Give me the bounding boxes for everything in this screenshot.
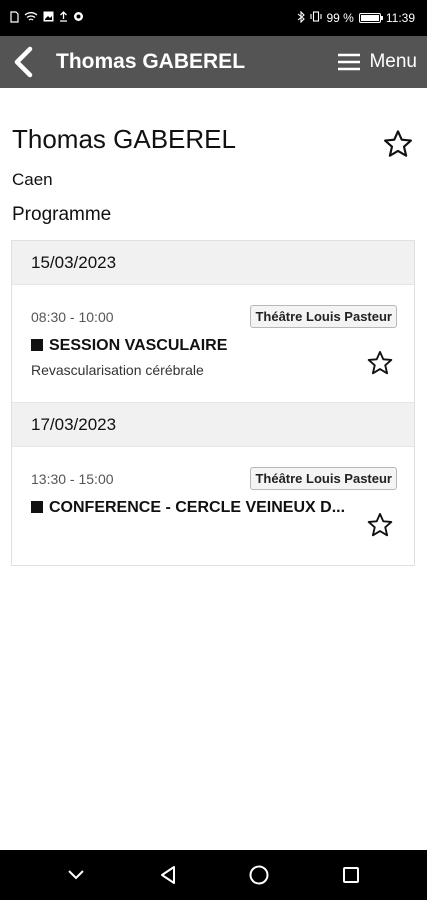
- back-button[interactable]: [0, 36, 46, 88]
- wifi-icon: [24, 11, 38, 25]
- programme-list: 15/03/2023 08:30 - 10:00 Théâtre Louis P…: [11, 240, 415, 566]
- square-bullet-icon: [31, 501, 43, 513]
- battery-icon: [358, 13, 383, 23]
- back-arrow-icon: [14, 46, 33, 78]
- session-subtitle: Revascularisation cérébrale: [31, 362, 204, 378]
- status-notifications: [10, 10, 84, 26]
- bluetooth-icon: [297, 10, 305, 26]
- hamburger-icon: [338, 53, 361, 71]
- session-title: CONFERENCE - CERCLE VEINEUX D...: [31, 499, 351, 517]
- nav-home-button[interactable]: [239, 855, 279, 895]
- session-title-text: CONFERENCE - CERCLE VEINEUX D...: [49, 499, 346, 516]
- star-outline-icon: [367, 512, 393, 537]
- upload-icon: [59, 11, 68, 25]
- favorite-person-button[interactable]: [382, 128, 414, 160]
- menu-button[interactable]: Menu: [337, 36, 427, 88]
- collapse-button[interactable]: [56, 855, 96, 895]
- header-title: Thomas GABEREL: [56, 50, 246, 73]
- nav-back-button[interactable]: [148, 855, 188, 895]
- programme-title: Programme: [12, 204, 112, 225]
- clock: 11:39: [385, 11, 415, 25]
- vibrate-icon: [309, 11, 322, 25]
- room-badge: Théâtre Louis Pasteur: [250, 467, 397, 490]
- session-time: 13:30 - 15:00: [31, 471, 114, 487]
- favorite-session-button[interactable]: [366, 349, 394, 377]
- menu-label: Menu: [369, 51, 417, 72]
- star-outline-icon: [367, 350, 393, 375]
- sim-icon: [10, 10, 19, 26]
- date-header: 17/03/2023: [12, 403, 414, 447]
- triangle-back-icon: [160, 866, 175, 884]
- favorite-session-button[interactable]: [366, 511, 394, 539]
- room-badge: Théâtre Louis Pasteur: [250, 305, 397, 328]
- session-item[interactable]: 13:30 - 15:00 Théâtre Louis Pasteur CONF…: [12, 447, 414, 565]
- battery-percent: 99 %: [326, 11, 354, 25]
- battery-fill: [360, 15, 379, 21]
- circle-home-icon: [249, 865, 269, 885]
- star-outline-icon: [384, 130, 412, 157]
- status-system: 99 % 11:39: [297, 10, 415, 26]
- session-title-text: SESSION VASCULAIRE: [49, 337, 228, 354]
- system-nav-bar: [0, 850, 427, 900]
- chevron-down-icon: [68, 870, 84, 880]
- nav-recents-button[interactable]: [331, 855, 371, 895]
- content: Thomas GABEREL Caen Programme 15/03/2023…: [0, 88, 427, 850]
- gallery-icon: [43, 11, 54, 25]
- app-notification-icon: [73, 11, 84, 25]
- session-item[interactable]: 08:30 - 10:00 Théâtre Louis Pasteur SESS…: [12, 285, 414, 403]
- session-title: SESSION VASCULAIRE: [31, 337, 351, 355]
- person-city: Caen: [12, 170, 53, 189]
- app-header: Thomas GABEREL Menu: [0, 36, 427, 88]
- session-time: 08:30 - 10:00: [31, 309, 114, 325]
- date-header: 15/03/2023: [12, 241, 414, 285]
- square-bullet-icon: [31, 339, 43, 351]
- person-name: Thomas GABEREL: [12, 124, 236, 154]
- status-bar: 99 % 11:39: [0, 0, 427, 36]
- square-recents-icon: [343, 867, 360, 883]
